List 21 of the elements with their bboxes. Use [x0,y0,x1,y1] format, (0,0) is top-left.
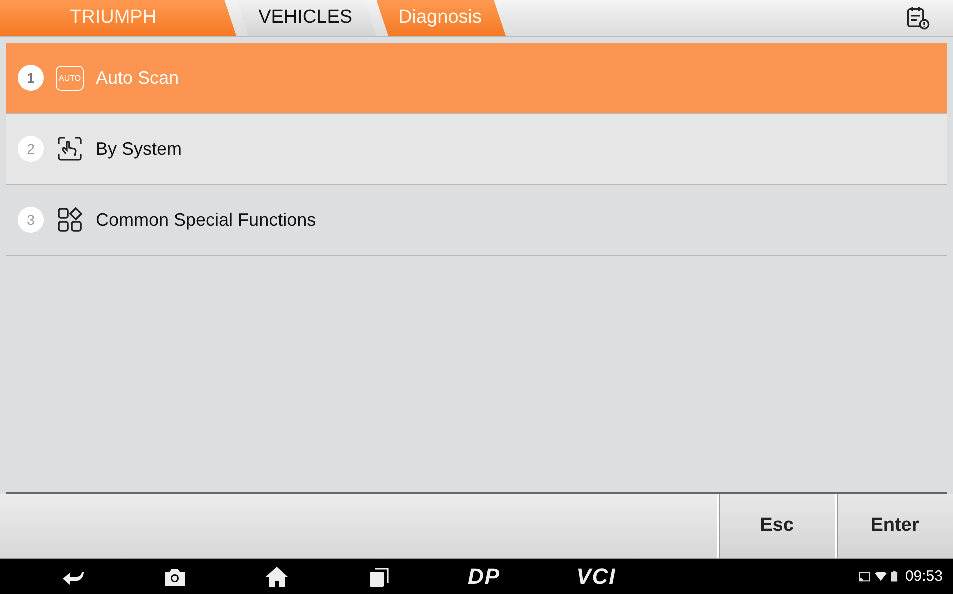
battery-icon [891,571,898,582]
nav-logo-button[interactable]: DP [468,564,501,590]
calendar-alert-icon[interactable] [905,5,931,31]
nav-logo-button[interactable]: VCI [576,564,616,590]
action-button[interactable]: Enter [835,494,953,558]
menu-label: Common Special Functions [96,210,316,230]
number-badge: 3 [18,207,44,233]
cast-icon [859,572,872,582]
clock-time: 09:53 [905,568,943,585]
action-button[interactable]: Esc [717,494,835,558]
menu-label: By System [96,138,182,160]
number-badge: 1 [18,65,44,91]
menu-label: Auto Scan [96,68,180,88]
hand-tap-icon [56,135,84,163]
menu-item[interactable]: 1 AUTO Auto Scan [6,43,947,114]
auto-icon: AUTO [56,66,84,90]
menu-item[interactable]: 2 By System [6,114,947,185]
home-icon[interactable] [264,564,290,588]
number-badge: 2 [18,136,44,162]
wifi-icon [875,572,888,582]
grid-icon [56,206,84,234]
